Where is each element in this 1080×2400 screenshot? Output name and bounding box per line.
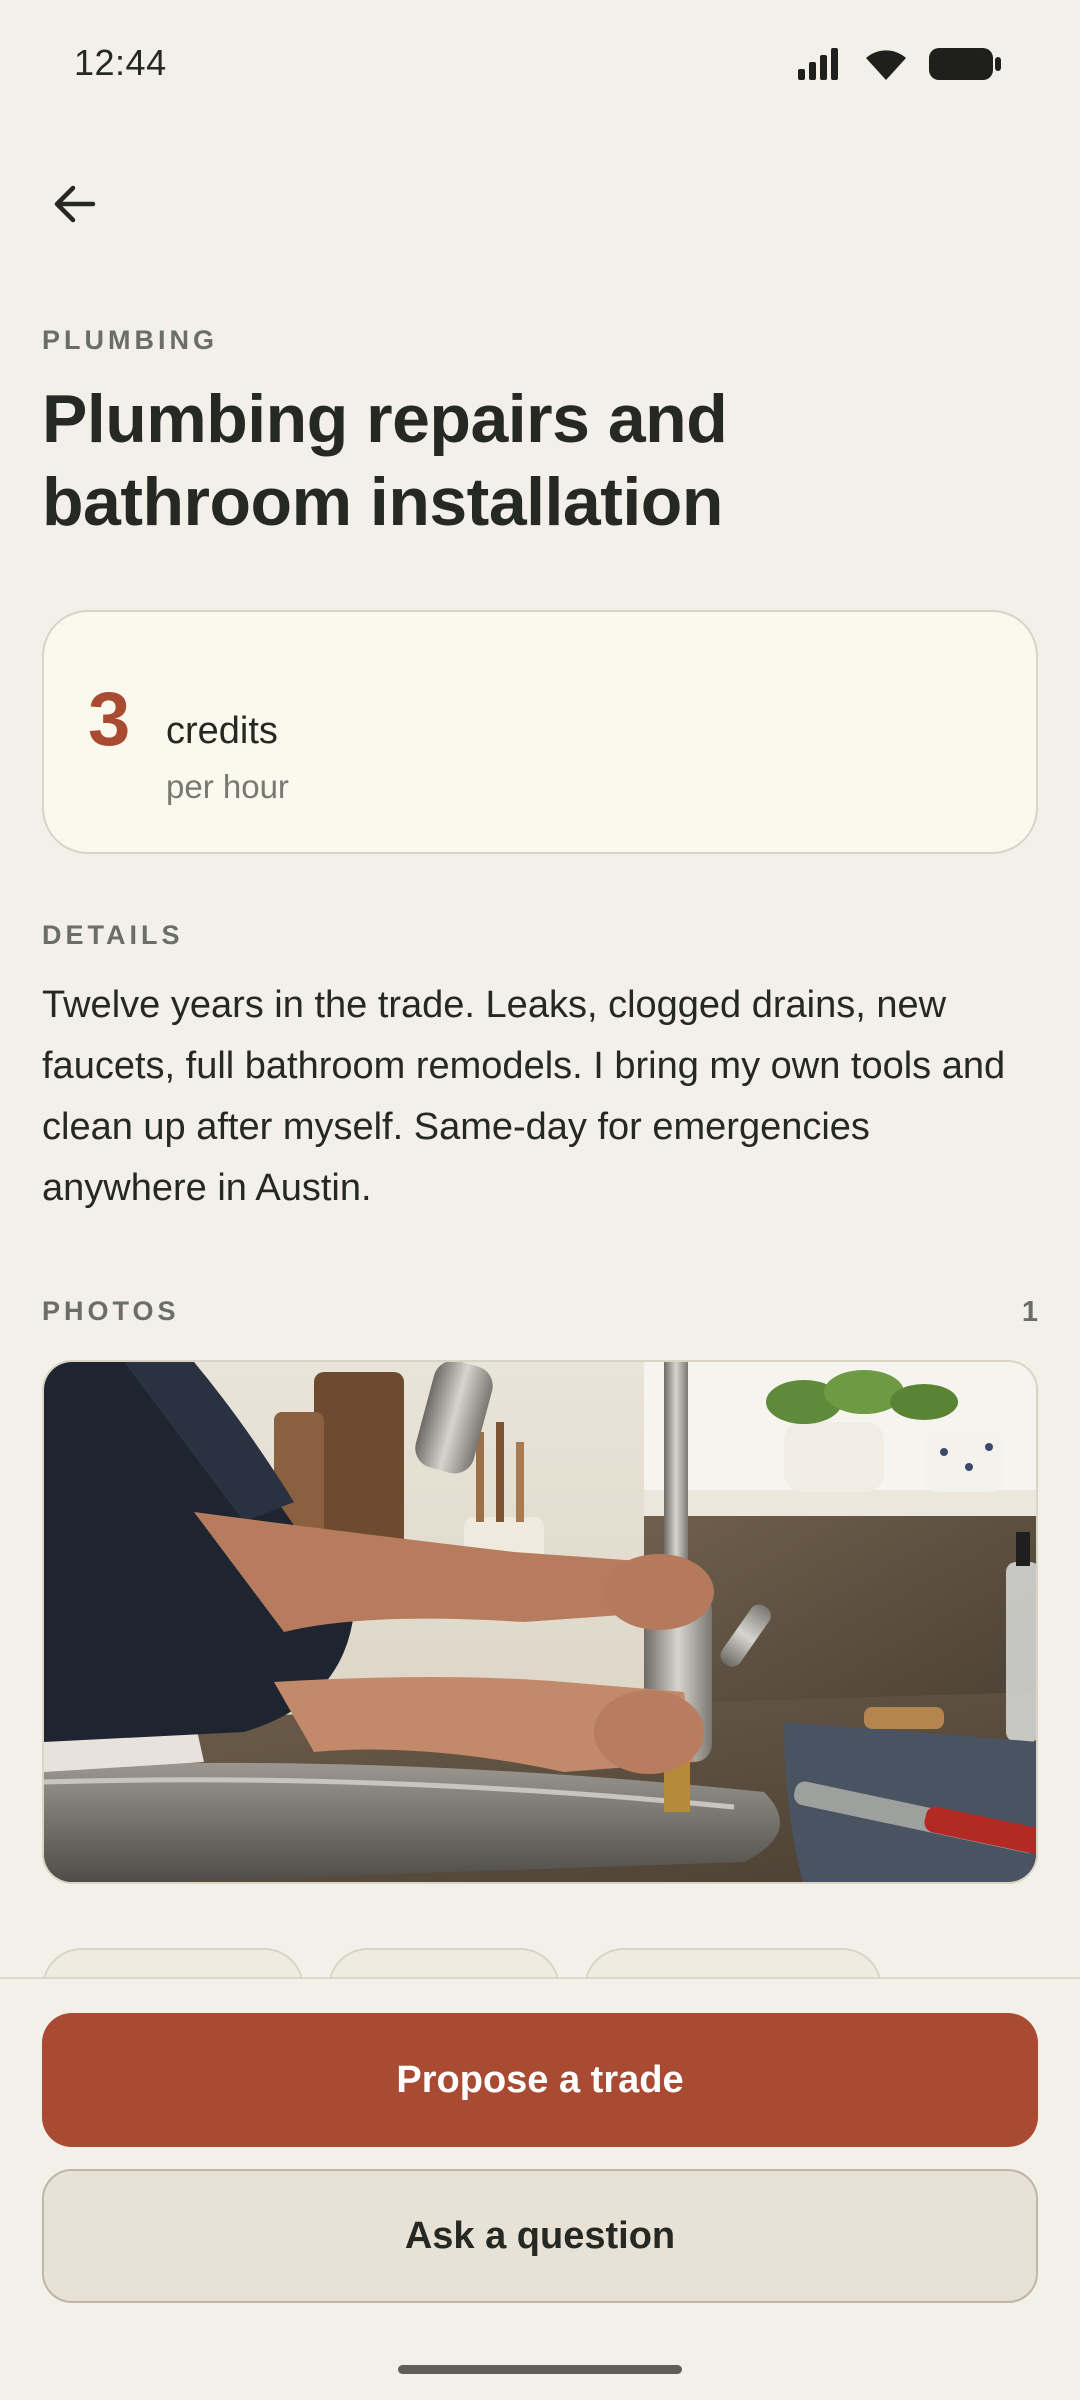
price-amount: 3	[88, 677, 131, 762]
details-label: DETAILS	[42, 920, 184, 950]
back-button[interactable]	[40, 170, 108, 238]
price-unit: credits	[166, 710, 278, 752]
status-icons	[796, 46, 1002, 87]
listing-title: Plumbing repairs and bathroom installati…	[42, 381, 728, 540]
home-indicator[interactable]	[398, 2365, 682, 2374]
listing-detail-screen: 12:44 PLUMBING Plumbing repairs and bath…	[0, 0, 1080, 2400]
status-bar: 12:44	[0, 0, 1080, 130]
arrow-left-icon	[54, 185, 96, 223]
wifi-icon	[862, 46, 910, 87]
propose-trade-button[interactable]: Propose a trade	[42, 2013, 1038, 2147]
price-card: 3 credits per hour	[42, 610, 1038, 854]
details-text: Twelve years in the trade. Leaks, clogge…	[42, 984, 1006, 1209]
listing-photo[interactable]	[42, 1360, 1038, 1884]
battery-icon	[928, 47, 1002, 86]
price-rate: per hour	[166, 768, 289, 805]
photo-illustration	[44, 1362, 1036, 1882]
status-time: 12:44	[74, 42, 167, 83]
bottom-action-bar: Propose a trade Ask a question	[0, 1977, 1080, 2400]
ask-question-button[interactable]: Ask a question	[42, 2169, 1038, 2303]
photos-count: 1	[1021, 1296, 1038, 1328]
category-label: PLUMBING	[42, 325, 218, 355]
photos-label: PHOTOS	[42, 1296, 180, 1326]
signal-icon	[796, 47, 844, 86]
